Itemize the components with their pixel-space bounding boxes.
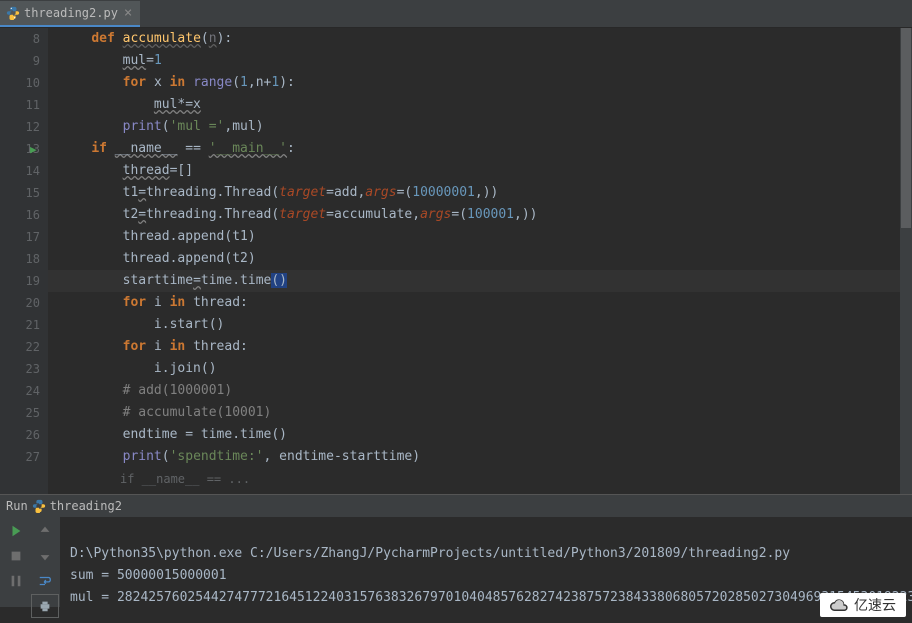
rerun-button[interactable]: [2, 519, 30, 543]
run-output[interactable]: D:\Python35\python.exe C:/Users/ZhangJ/P…: [60, 517, 912, 607]
code-line[interactable]: print('mul =',mul): [48, 116, 912, 138]
editor-tab[interactable]: threading2.py ×: [0, 1, 140, 27]
line-number: 27: [0, 446, 40, 468]
code-line[interactable]: for i in thread:: [48, 292, 912, 314]
line-number: 16: [0, 204, 40, 226]
python-file-icon: [32, 499, 46, 513]
line-number: 15: [0, 182, 40, 204]
run-title: Run: [6, 499, 28, 513]
watermark: 亿速云: [820, 593, 906, 617]
run-panel: Run threading2 D:\Python35\python.exe C:…: [0, 494, 912, 607]
output-line: D:\Python35\python.exe C:/Users/ZhangJ/P…: [70, 546, 790, 561]
code-line[interactable]: i.start(): [48, 314, 912, 336]
tab-filename: threading2.py: [24, 6, 118, 20]
line-number: 11: [0, 94, 40, 116]
stop-button[interactable]: [2, 544, 30, 568]
code-line[interactable]: for i in thread:: [48, 336, 912, 358]
line-number: 9: [0, 50, 40, 72]
line-number: 14: [0, 160, 40, 182]
wrap-button[interactable]: [31, 569, 59, 593]
scrollbar-vertical[interactable]: [900, 28, 912, 494]
output-line: sum = 50000015000001: [70, 568, 227, 583]
code-line[interactable]: if __name__ == '__main__':: [48, 138, 912, 160]
up-button[interactable]: [31, 519, 59, 543]
line-number: 12: [0, 116, 40, 138]
line-number: 26: [0, 424, 40, 446]
line-number: 8: [0, 28, 40, 50]
pause-button[interactable]: [2, 569, 30, 593]
spacer: [2, 594, 30, 618]
line-number: 10: [0, 72, 40, 94]
tab-bar: threading2.py ×: [0, 0, 912, 28]
code-line[interactable]: # accumulate(10001): [48, 402, 912, 424]
run-config-name: threading2: [50, 499, 122, 513]
run-toolbar: [0, 517, 60, 607]
code-line[interactable]: i.join(): [48, 358, 912, 380]
code-line[interactable]: t1=threading.Thread(target=add,args=(100…: [48, 182, 912, 204]
editor-area: 8 9 10 11 12 13 14 15 16 17 18 19 20 21 …: [0, 28, 912, 494]
line-number: 21: [0, 314, 40, 336]
code-line[interactable]: t2=threading.Thread(target=accumulate,ar…: [48, 204, 912, 226]
code-line[interactable]: # add(1000001): [48, 380, 912, 402]
code-line[interactable]: mul*=x: [48, 94, 912, 116]
close-icon[interactable]: ×: [122, 5, 134, 21]
code-line[interactable]: mul=1: [48, 50, 912, 72]
code-line-current[interactable]: starttime=time.time(): [48, 270, 912, 292]
down-button[interactable]: [31, 544, 59, 568]
gutter: 8 9 10 11 12 13 14 15 16 17 18 19 20 21 …: [0, 28, 48, 494]
code-line[interactable]: thread=[]: [48, 160, 912, 182]
breadcrumb[interactable]: if __name__ == ...: [48, 468, 912, 490]
run-header: Run threading2: [0, 495, 912, 517]
line-number: 23: [0, 358, 40, 380]
line-number: 25: [0, 402, 40, 424]
line-number: 17: [0, 226, 40, 248]
line-number: 18: [0, 248, 40, 270]
python-file-icon: [6, 6, 20, 20]
print-button[interactable]: [31, 594, 59, 618]
code-line[interactable]: def accumulate(n):: [48, 28, 912, 50]
code-line[interactable]: print('spendtime:', endtime-starttime): [48, 446, 912, 468]
run-gutter-icon[interactable]: ▶: [30, 139, 37, 161]
output-line: mul = 2824257602544274777216451224031576…: [70, 590, 912, 605]
code-line[interactable]: thread.append(t2): [48, 248, 912, 270]
line-number: 24: [0, 380, 40, 402]
cloud-icon: [830, 598, 848, 612]
scrollbar-thumb[interactable]: [901, 28, 911, 228]
code-line[interactable]: for x in range(1,n+1):: [48, 72, 912, 94]
code-area[interactable]: def accumulate(n): mul=1 for x in range(…: [48, 28, 912, 494]
code-line[interactable]: endtime = time.time(): [48, 424, 912, 446]
line-number: 22: [0, 336, 40, 358]
line-number: 20: [0, 292, 40, 314]
line-number: 19: [0, 270, 40, 292]
code-line[interactable]: thread.append(t1): [48, 226, 912, 248]
